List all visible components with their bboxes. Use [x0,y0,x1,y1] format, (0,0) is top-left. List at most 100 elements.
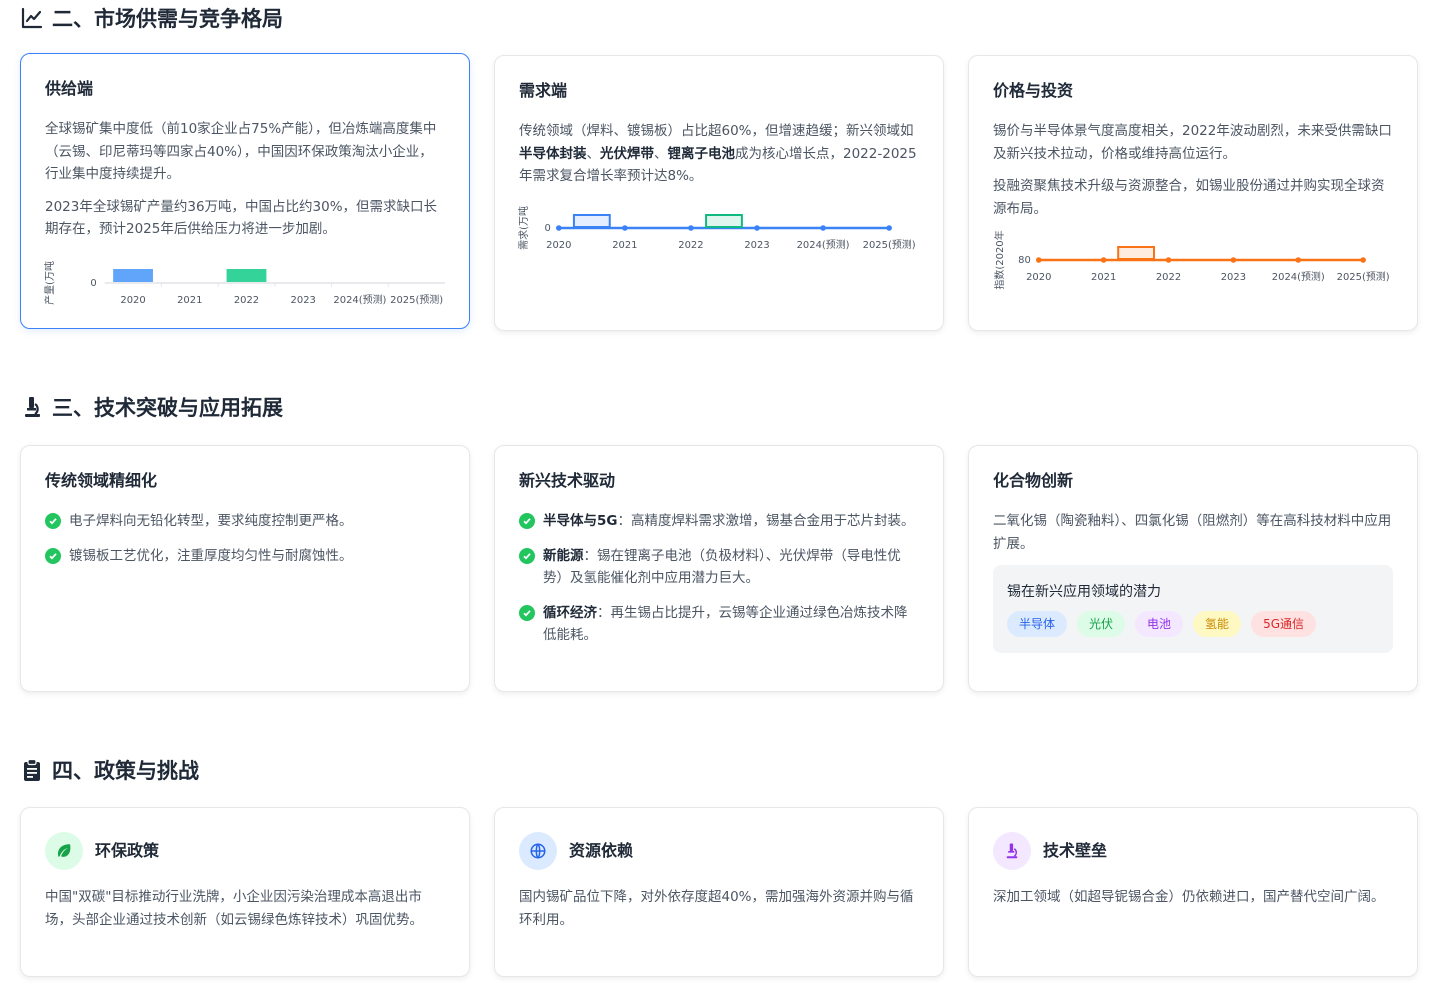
y-tick-label: 0 [545,223,551,234]
x-tick-label: 2024(预测) [1272,270,1325,283]
data-point [1360,257,1366,263]
check-circle-icon [519,513,535,529]
supply-card[interactable]: 供给端 全球锡矿集中度低（前10家企业占75%产能），但冶炼端高度集中（云锡、印… [20,53,470,329]
x-tick-label: 2020 [120,295,145,306]
potential-box: 锡在新兴应用领域的潜力 半导体 光伏 电池 氢能 5G通信 [993,565,1393,653]
env-policy-card: 环保政策 中国"双碳"目标推动行业洗牌，小企业因污染治理成本高退出市场，头部企业… [20,807,470,977]
highlight-box [705,214,743,228]
tag-photovoltaic[interactable]: 光伏 [1077,611,1126,637]
data-point [886,225,892,231]
leaf-icon [45,832,83,870]
price-title: 价格与投资 [993,81,1074,100]
tag-hydrogen[interactable]: 氢能 [1193,611,1242,637]
compound-paragraph: 二氧化锡（陶瓷釉料）、四氯化锡（阻燃剂）等在高科技材料中应用扩展。 [993,513,1392,552]
potential-title: 锡在新兴应用领域的潜力 [1007,584,1161,600]
env-policy-title: 环保政策 [95,841,160,860]
data-point [1100,257,1107,263]
list-item: 镀锡板工艺优化，注重厚度均匀性与耐腐蚀性。 [45,545,445,568]
clipboard-icon [24,758,40,781]
price-paragraph-1: 锡价与半导体景气度高度相关，2022年波动剧烈，未来受供需缺口及新兴技术拉动，价… [993,123,1392,162]
resource-title: 资源依赖 [569,841,634,860]
y-tick-label: 80 [1018,255,1031,266]
traditional-card: 传统领域精细化 电子焊料向无铅化转型，要求纯度控制更严格。 镀锡板工艺优化，注重… [20,445,470,692]
globe-icon [519,832,557,870]
emerging-list: 半导体与5G：高精度焊料需求激增，锡基合金用于芯片封装。 新能源：锡在锂离子电池… [519,510,919,647]
data-point [1035,257,1042,263]
resource-paragraph: 国内锡矿品位下降，对外依存度超40%，需加强海外资源并购与循环利用。 [519,889,914,928]
tag-list: 半导体 光伏 电池 氢能 5G通信 [1007,611,1379,637]
supply-paragraph-1: 全球锡矿集中度低（前10家企业占75%产能），但冶炼端高度集中（云锡、印尼蒂玛等… [45,121,437,182]
check-circle-icon [519,604,535,621]
check-circle-icon [519,547,535,564]
data-point [622,225,628,231]
x-tick-label: 2022 [678,240,703,251]
price-line-chart: 指数(2020年 80 2020 2021 2022 2023 2024(预测) 2025(预… [993,230,1390,289]
x-tick-label: 2020 [546,240,571,251]
demand-card: 需求端 传统领域（焊料、镀锡板）占比超60%，但增速趋缓；新兴领域如半导体封装、… [494,55,944,331]
y-axis-label: 需求(万吨 [517,206,530,250]
list-item: 电子焊料向无铅化转型，要求纯度控制更严格。 [45,510,445,533]
x-tick-label: 2021 [612,240,637,251]
barrier-paragraph: 深加工领域（如超导铌锡合金）仍依赖进口，国产替代空间广阔。 [993,889,1385,905]
bar [226,269,267,282]
compound-title: 化合物创新 [993,471,1074,490]
bar [113,269,153,282]
section-title-tech: 三、技术突破与应用拓展 [20,392,283,422]
data-point [1230,257,1237,263]
x-tick-label: 2025(预测) [863,238,916,251]
y-tick-label: 0 [90,278,96,289]
price-chart: 指数(2020年 80 2020 2021 2022 2023 2024(预测) 2025(预… [993,230,1393,289]
price-card: 价格与投资 锡价与半导体景气度高度相关，2022年波动剧烈，未来受供需缺口及新兴… [968,55,1418,331]
x-tick-label: 2025(预测) [390,293,443,306]
section-title-text: 四、政策与挑战 [52,759,199,783]
barrier-card: 技术壁垒 深加工领域（如超导铌锡合金）仍依赖进口，国产替代空间广阔。 [968,807,1418,977]
barrier-header: 技术壁垒 [993,832,1393,870]
x-tick-label: 2020 [1026,272,1051,283]
list-item: 循环经济：再生锡占比提升，云锡等企业通过绿色冶炼技术降低能耗。 [519,602,919,647]
tag-5g[interactable]: 5G通信 [1251,611,1316,637]
microscope-icon [25,397,40,417]
x-tick-label: 2023 [1221,272,1246,283]
tag-semiconductor[interactable]: 半导体 [1007,611,1068,637]
y-axis-label: 产量(万吨 [43,261,56,305]
line-chart-icon [21,7,43,29]
section-title-text: 二、市场供需与竞争格局 [52,7,283,31]
section-title-text: 三、技术突破与应用拓展 [52,396,283,420]
x-tick-label: 2025(预测) [1337,270,1390,283]
x-tick-label: 2023 [291,295,316,306]
env-policy-paragraph: 中国"双碳"目标推动行业洗牌，小企业因污染治理成本高退出市场，头部企业通过技术创… [45,889,423,928]
microscope-icon [993,832,1031,870]
traditional-list: 电子焊料向无铅化转型，要求纯度控制更严格。 镀锡板工艺优化，注重厚度均匀性与耐腐… [45,510,445,567]
section-title-policy: 四、政策与挑战 [20,755,199,785]
list-item: 半导体与5G：高精度焊料需求激增，锡基合金用于芯片封装。 [519,510,919,533]
supply-chart: 产量(万吨 0 2020 2021 2022 2023 2024(预测) 2025(预测) [43,258,445,314]
x-tick-label: 2021 [1091,272,1116,283]
demand-line-chart: 需求(万吨 0 2020 2021 2022 2023 2024(预测) 2025(预测) [517,206,916,251]
barrier-title: 技术壁垒 [1043,841,1108,860]
highlight-box [572,214,611,228]
x-tick-label: 2022 [234,295,259,306]
keyword-pv-ribbon: 光伏焊带 [600,145,654,162]
emerging-title: 新兴技术驱动 [519,471,616,490]
resource-card: 资源依赖 国内锡矿品位下降，对外依存度超40%，需加强海外资源并购与循环利用。 [494,807,944,977]
x-tick-label: 2024(预测) [333,293,386,306]
compound-card: 化合物创新 二氧化锡（陶瓷釉料）、四氯化锡（阻燃剂）等在高科技材料中应用扩展。 … [968,445,1418,692]
x-tick-label: 2023 [744,240,769,251]
data-point [1295,257,1302,263]
check-circle-icon [45,547,61,564]
price-paragraph-2: 投融资聚焦技术升级与资源整合，如锡业股份通过并购实现全球资源布局。 [993,178,1385,217]
x-tick-label: 2024(预测) [797,238,850,251]
data-point [688,225,694,231]
demand-title: 需求端 [519,81,568,100]
y-axis-label: 指数(2020年 [993,230,1006,289]
data-point [1165,257,1172,263]
tag-battery[interactable]: 电池 [1135,611,1184,637]
keyword-li-battery: 锂离子电池 [667,145,736,162]
section-title-market: 二、市场供需与竞争格局 [20,3,283,33]
check-circle-icon [45,513,61,529]
resource-header: 资源依赖 [519,832,919,870]
traditional-title: 传统领域精细化 [45,471,158,490]
demand-chart: 需求(万吨 0 2020 2021 2022 2023 2024(预测) 2025(预测) [517,206,919,256]
highlight-box [1117,246,1155,260]
demand-paragraph: 传统领域（焊料、镀锡板）占比超60%，但增速趋缓；新兴领域如半导体封装、光伏焊带… [519,123,917,184]
